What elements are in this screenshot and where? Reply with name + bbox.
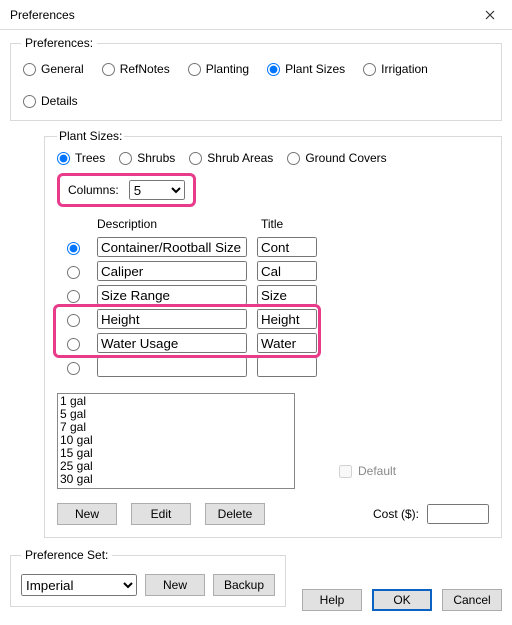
type-radio[interactable]: [287, 152, 300, 165]
tab-radio[interactable]: [23, 63, 36, 76]
close-icon: [485, 10, 495, 20]
column-row-radio[interactable]: [67, 314, 80, 327]
tab-radio[interactable]: [363, 63, 376, 76]
column-description-input[interactable]: [97, 333, 247, 353]
column-description-input[interactable]: [97, 357, 247, 377]
list-item[interactable]: 15 gal: [60, 447, 292, 460]
column-row: [57, 307, 489, 331]
column-description-input[interactable]: [97, 237, 247, 257]
preferences-tabs-group: Preferences: General RefNotes Planting Plan…: [10, 36, 502, 121]
column-title-input[interactable]: [257, 333, 317, 353]
plant-sizes-legend: Plant Sizes:: [57, 129, 124, 143]
preference-set-group: Preference Set: Imperial New Backup: [10, 548, 286, 607]
columns-highlight: Columns: 5: [57, 173, 196, 207]
column-row-radio[interactable]: [67, 290, 80, 303]
tab-label: Plant Sizes: [285, 62, 345, 76]
ok-button[interactable]: OK: [372, 589, 432, 611]
sizes-listbox[interactable]: 1 gal5 gal7 gal10 gal15 gal25 gal30 gal: [57, 393, 295, 489]
tab-radio[interactable]: [23, 95, 36, 108]
header-title: Title: [261, 217, 321, 231]
list-item[interactable]: 7 gal: [60, 421, 292, 434]
column-description-input[interactable]: [97, 285, 247, 305]
column-row-radio[interactable]: [67, 266, 80, 279]
type-ground-covers[interactable]: Ground Covers: [287, 151, 386, 165]
type-radio[interactable]: [57, 152, 70, 165]
list-item[interactable]: 25 gal: [60, 460, 292, 473]
window-title: Preferences: [10, 8, 75, 22]
column-row: [57, 283, 489, 307]
tab-refnotes[interactable]: RefNotes: [102, 62, 170, 76]
tab-irrigation[interactable]: Irrigation: [363, 62, 428, 76]
type-label: Trees: [75, 151, 105, 165]
sizes-new-button[interactable]: New: [57, 503, 117, 525]
column-row: [57, 259, 489, 283]
column-title-input[interactable]: [257, 357, 317, 377]
type-label: Ground Covers: [305, 151, 386, 165]
preference-set-legend: Preference Set:: [21, 548, 112, 562]
column-title-input[interactable]: [257, 237, 317, 257]
columns-select[interactable]: 5: [129, 180, 185, 200]
tab-label: Details: [41, 94, 78, 108]
prefset-new-button[interactable]: New: [145, 574, 205, 596]
cancel-button[interactable]: Cancel: [442, 589, 502, 611]
tab-radio[interactable]: [188, 63, 201, 76]
type-label: Shrubs: [137, 151, 175, 165]
tab-label: Irrigation: [381, 62, 428, 76]
column-row-radio[interactable]: [67, 242, 80, 255]
default-checkbox[interactable]: [339, 465, 352, 478]
list-item[interactable]: 10 gal: [60, 434, 292, 447]
list-item[interactable]: 1 gal: [60, 395, 292, 408]
tab-radio[interactable]: [267, 63, 280, 76]
type-label: Shrub Areas: [207, 151, 273, 165]
list-item[interactable]: 5 gal: [60, 408, 292, 421]
column-description-input[interactable]: [97, 309, 247, 329]
type-radio[interactable]: [119, 152, 132, 165]
cost-label: Cost ($):: [373, 507, 419, 521]
tab-label: Planting: [206, 62, 249, 76]
preferences-legend: Preferences:: [21, 36, 97, 50]
column-row-radio[interactable]: [67, 338, 80, 351]
tab-label: General: [41, 62, 84, 76]
sizes-edit-button[interactable]: Edit: [131, 503, 191, 525]
tab-radio[interactable]: [102, 63, 115, 76]
tab-plant-sizes[interactable]: Plant Sizes: [267, 62, 345, 76]
column-title-input[interactable]: [257, 261, 317, 281]
tab-label: RefNotes: [120, 62, 170, 76]
columns-label: Columns:: [68, 183, 119, 197]
list-item[interactable]: 30 gal: [60, 473, 292, 486]
cost-input[interactable]: [427, 504, 489, 524]
type-shrub-areas[interactable]: Shrub Areas: [189, 151, 273, 165]
tab-details[interactable]: Details: [23, 94, 78, 108]
column-row: [57, 355, 489, 379]
sizes-delete-button[interactable]: Delete: [205, 503, 265, 525]
column-row: [57, 235, 489, 259]
type-shrubs[interactable]: Shrubs: [119, 151, 175, 165]
column-description-input[interactable]: [97, 261, 247, 281]
close-button[interactable]: [468, 0, 512, 30]
help-button[interactable]: Help: [302, 589, 362, 611]
column-row: [57, 331, 489, 355]
preference-set-select[interactable]: Imperial: [21, 574, 137, 596]
column-title-input[interactable]: [257, 309, 317, 329]
tab-general[interactable]: General: [23, 62, 84, 76]
type-radio[interactable]: [189, 152, 202, 165]
plant-sizes-group: Plant Sizes: Trees Shrubs Shrub Areas Groun…: [44, 129, 502, 538]
tab-planting[interactable]: Planting: [188, 62, 249, 76]
type-trees[interactable]: Trees: [57, 151, 105, 165]
prefset-backup-button[interactable]: Backup: [213, 574, 275, 596]
header-description: Description: [97, 217, 247, 231]
column-title-input[interactable]: [257, 285, 317, 305]
column-row-radio[interactable]: [67, 362, 80, 375]
titlebar: Preferences: [0, 0, 512, 30]
default-label: Default: [358, 464, 396, 478]
